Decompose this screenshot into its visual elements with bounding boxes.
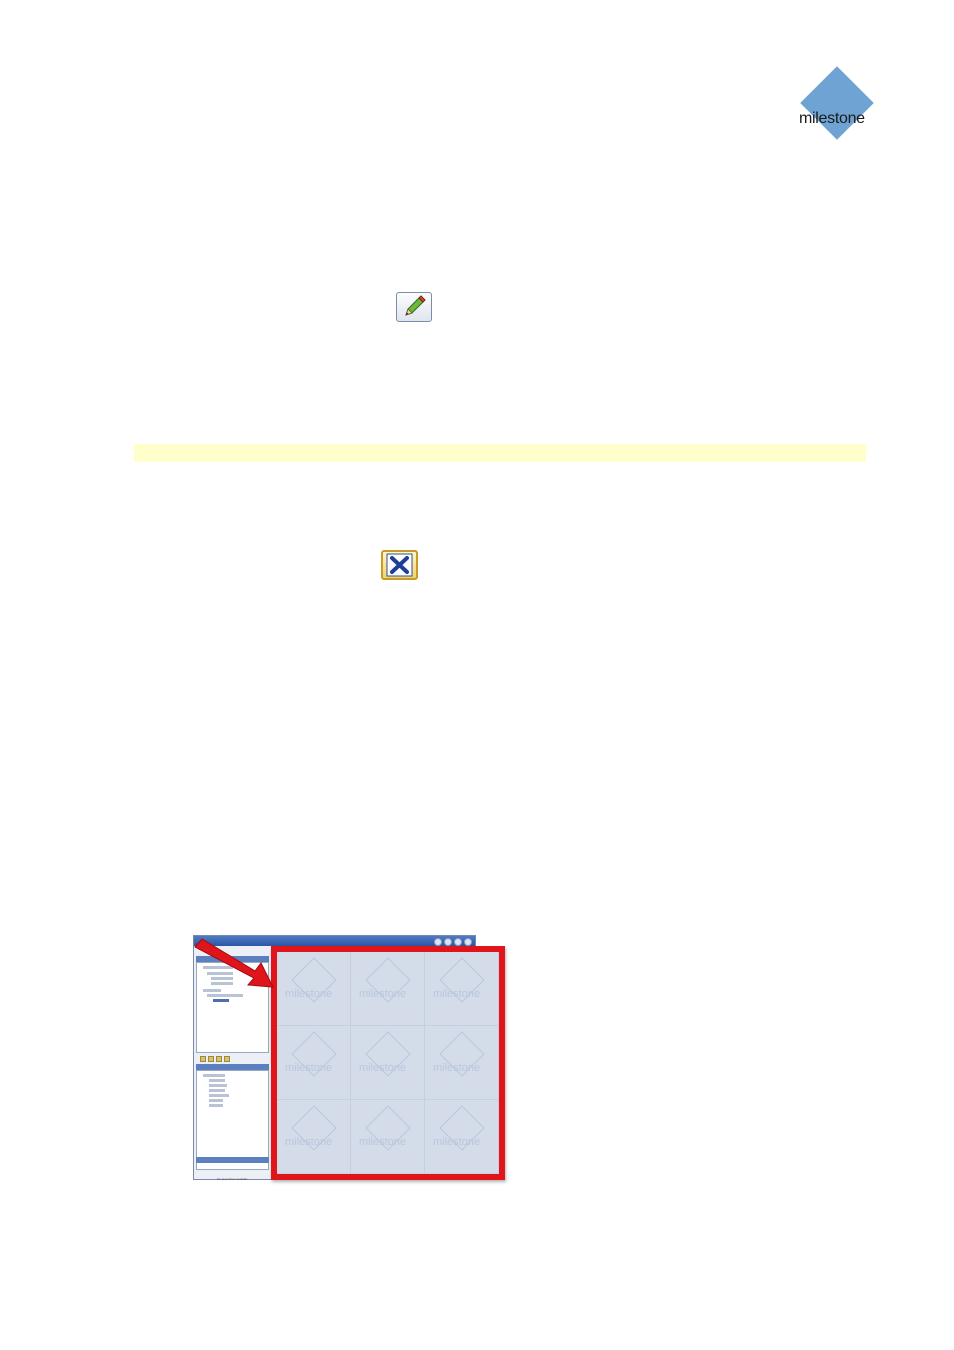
window-button-icon <box>464 938 472 946</box>
toolbar-icon <box>224 1056 230 1062</box>
view-cell: milestone <box>351 1100 425 1174</box>
watermark-text: milestone <box>359 988 407 1000</box>
view-cell: milestone <box>425 1100 499 1174</box>
tree-item <box>209 1099 223 1102</box>
view-cell: milestone <box>277 1026 351 1100</box>
window-controls <box>434 938 472 946</box>
watermark-text: milestone <box>285 1062 333 1074</box>
watermark-text: milestone <box>359 1062 407 1074</box>
tree-item <box>209 1084 227 1087</box>
watermark-text: milestone <box>433 1062 481 1074</box>
toolbar-icon <box>208 1056 214 1062</box>
highlight-bar <box>134 444 866 462</box>
close-x-icon <box>386 553 413 577</box>
watermark-text: milestone <box>285 1136 333 1148</box>
tree-item <box>209 1089 225 1092</box>
overview-tree <box>196 1070 269 1170</box>
delete-button[interactable] <box>381 550 418 580</box>
tree-item <box>209 1104 223 1107</box>
toolbar-icon <box>216 1056 222 1062</box>
view-cell: milestone <box>425 1026 499 1100</box>
watermark-text: milestone <box>433 988 481 1000</box>
toolbar-icon <box>200 1056 206 1062</box>
tree-toolbar <box>196 1056 269 1063</box>
logo-diamond-icon <box>800 66 874 140</box>
view-cell: milestone <box>351 1026 425 1100</box>
watermark-text: milestone <box>433 1136 481 1148</box>
view-cell: milestone <box>277 952 351 1026</box>
application-screenshot: No properties available milestone milest… <box>193 935 509 1182</box>
view-cell: milestone <box>351 952 425 1026</box>
window-button-icon <box>434 938 442 946</box>
logo-text: milestone <box>799 110 865 127</box>
view-grid-highlighted: milestone milestone milestone milestone … <box>271 946 505 1180</box>
watermark-text: milestone <box>359 1136 407 1148</box>
tree-item <box>209 1094 229 1097</box>
view-cell: milestone <box>277 1100 351 1174</box>
tree-item <box>209 1079 225 1082</box>
view-cell: milestone <box>425 952 499 1026</box>
properties-pane-header <box>196 1157 269 1163</box>
tree-item <box>203 1074 225 1077</box>
window-button-icon <box>454 938 462 946</box>
tree-item-selected <box>213 999 229 1002</box>
pencil-icon <box>405 295 426 316</box>
window-button-icon <box>444 938 452 946</box>
edit-button[interactable] <box>396 292 432 322</box>
red-arrow-icon <box>194 938 274 988</box>
watermark-text: milestone <box>285 988 333 1000</box>
milestone-logo: milestone <box>796 66 876 142</box>
properties-text: No properties available <box>217 1177 248 1181</box>
